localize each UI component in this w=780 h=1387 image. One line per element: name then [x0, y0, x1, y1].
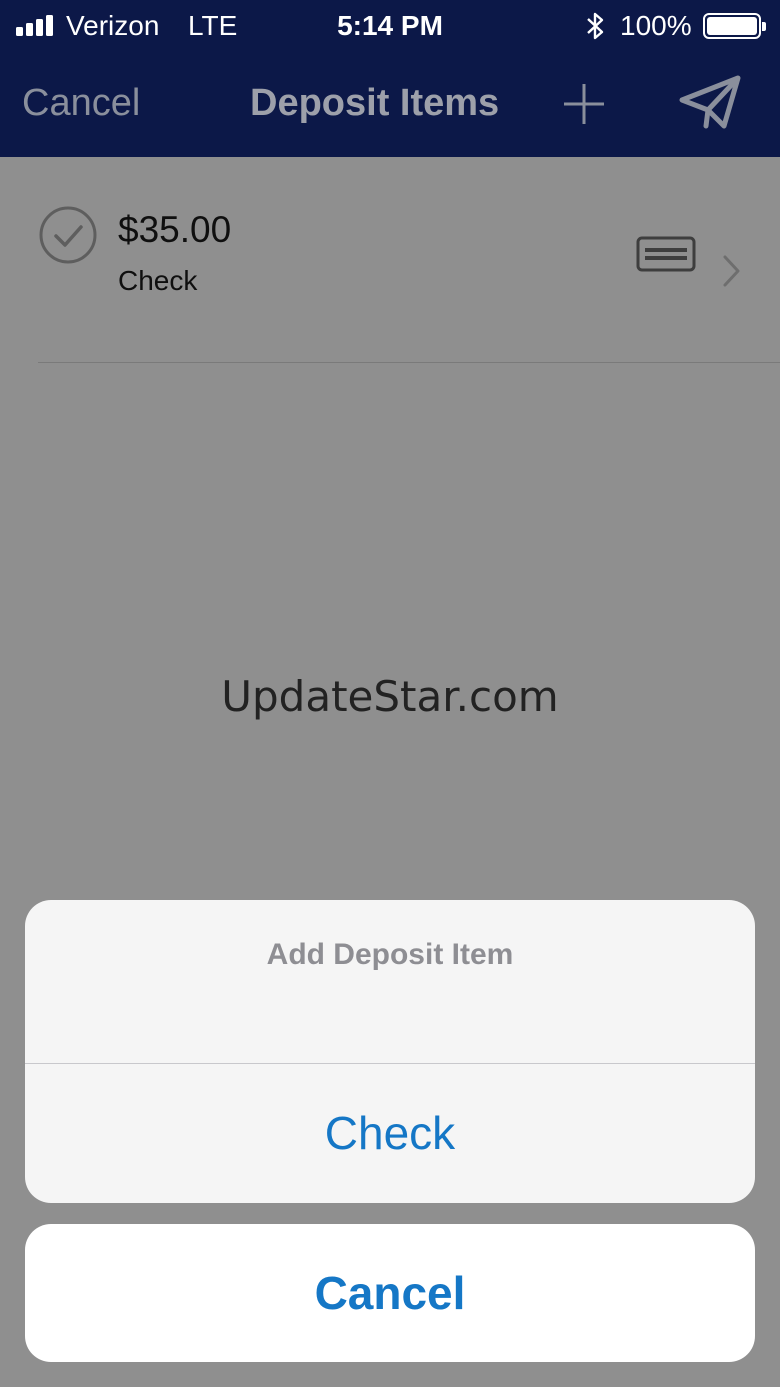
deposit-amount: $35.00	[118, 209, 232, 250]
page-title: Deposit Items	[250, 82, 500, 124]
checkmark-circle-icon	[39, 206, 97, 264]
action-sheet-cancel-button[interactable]: Cancel	[25, 1224, 755, 1362]
check-card-icon	[636, 236, 696, 272]
navigation-bar: Cancel Deposit Items	[0, 52, 780, 157]
deposit-item-row[interactable]: $35.00 Check	[0, 157, 780, 363]
battery-icon	[703, 13, 766, 39]
action-sheet-title: Add Deposit Item	[266, 938, 514, 971]
bluetooth-icon	[587, 12, 604, 40]
chevron-right-icon	[723, 255, 740, 287]
row-divider	[38, 362, 780, 363]
battery-percent: 100%	[620, 10, 692, 41]
action-sheet: Add Deposit Item Check	[25, 900, 755, 1203]
nav-cancel-button[interactable]: Cancel	[22, 82, 140, 125]
watermark: UpdateStar.com	[221, 672, 559, 721]
plus-icon[interactable]	[562, 82, 606, 126]
top-bar: Verizon LTE 5:14 PM 100% Cancel Deposit …	[0, 0, 780, 157]
action-option-check[interactable]: Check	[25, 1064, 755, 1203]
status-bar: Verizon LTE 5:14 PM 100%	[0, 0, 780, 52]
paper-plane-icon[interactable]	[678, 74, 742, 132]
deposit-type: Check	[118, 265, 198, 296]
